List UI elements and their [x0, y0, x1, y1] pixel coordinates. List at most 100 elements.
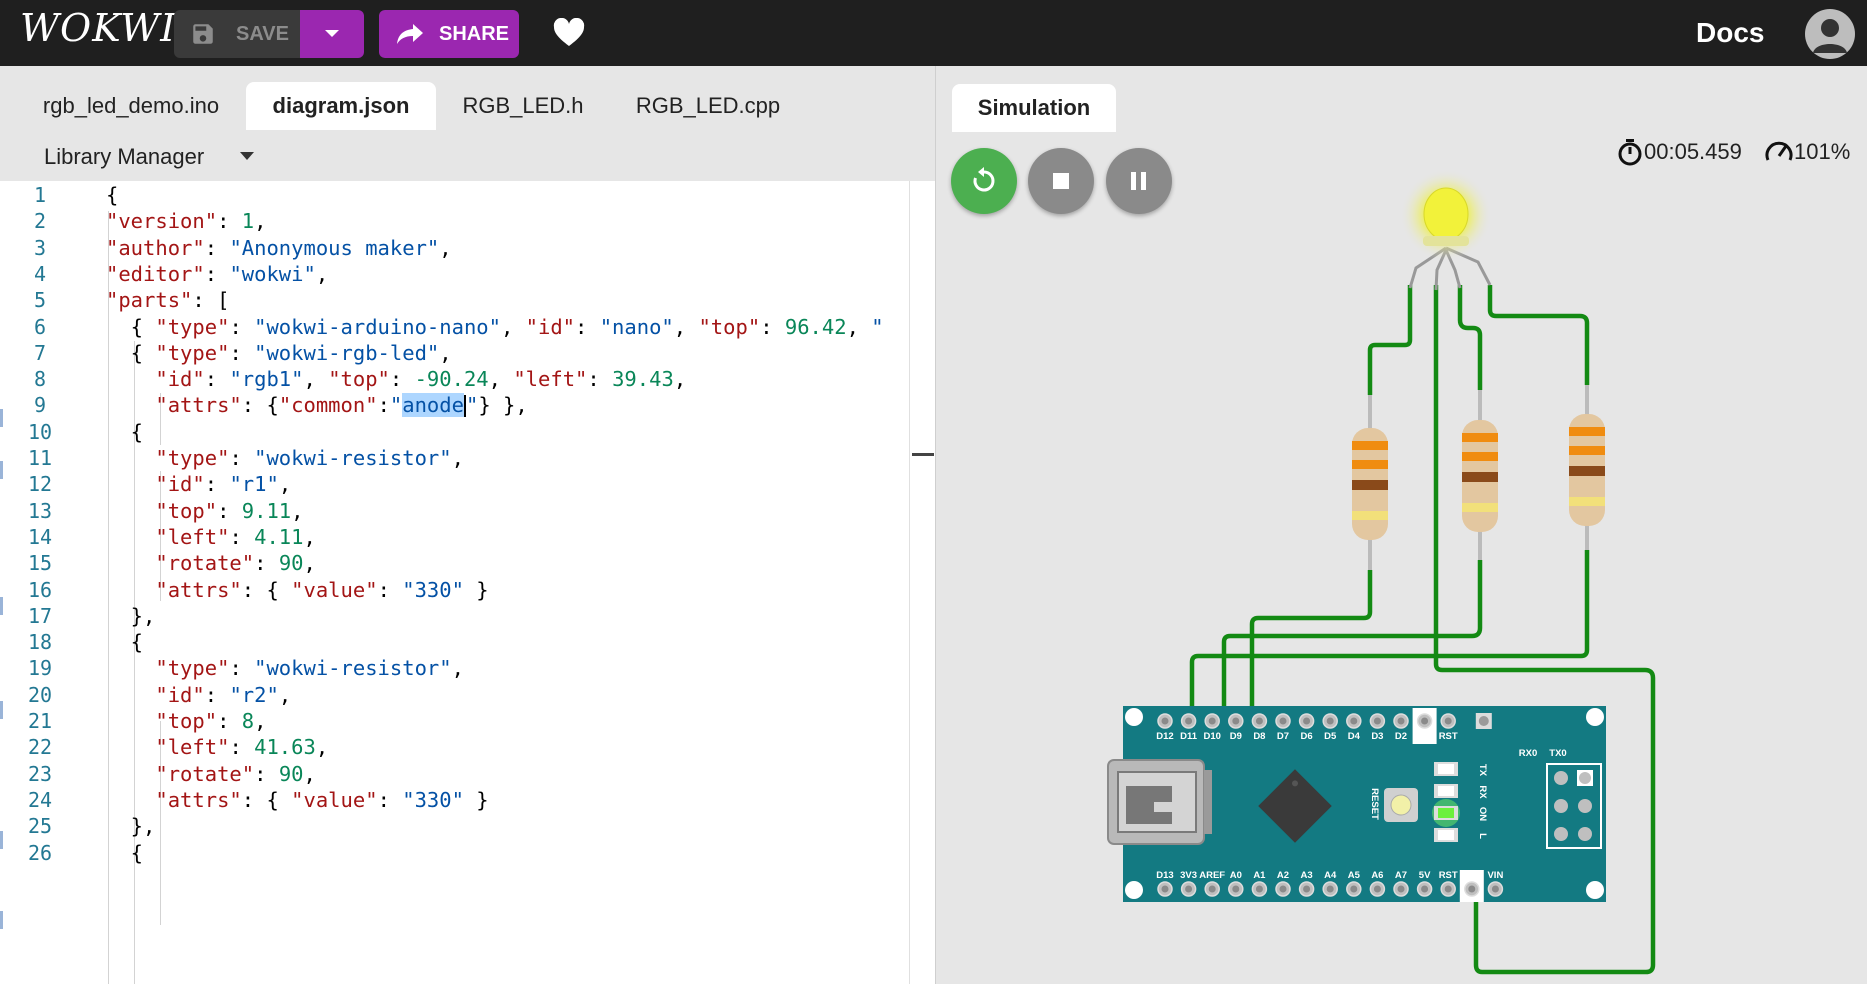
share-button[interactable]: SHARE	[379, 10, 519, 58]
wokwi-logo[interactable]: WOKWI	[20, 6, 176, 50]
tab-diagram-json[interactable]: diagram.json	[246, 82, 436, 130]
pin-label: D4	[1348, 731, 1361, 742]
line-number: 20	[27, 682, 53, 707]
wire	[1249, 570, 1373, 720]
pin-label: RST	[1439, 870, 1458, 881]
floppy-icon	[193, 24, 213, 44]
tab-rgb-led-cpp[interactable]: RGB_LED.cpp	[618, 82, 798, 130]
code-line: "attrs": {"common":"anode"} },	[155, 393, 528, 418]
line-number: 2	[33, 209, 47, 234]
tab-rgb-led-h[interactable]: RGB_LED.h	[446, 82, 600, 130]
editor-scrollbar[interactable]	[909, 181, 935, 984]
code-line: "top": 9.11,	[155, 498, 304, 523]
line-number: 23	[27, 761, 53, 786]
led-label: ON	[1477, 807, 1488, 821]
code-line: "rotate": 90,	[155, 551, 316, 576]
line-number: 6	[33, 314, 47, 339]
line-number: 10	[27, 419, 53, 444]
share-label: SHARE	[439, 22, 510, 45]
code-line: { "type": "wokwi-arduino-nano", "id": "n…	[106, 314, 884, 339]
line-number: 9	[33, 393, 47, 418]
resistor-r2[interactable]	[1462, 390, 1498, 560]
code-line: "id": "r2",	[155, 682, 292, 707]
pin-label: GND	[1414, 731, 1435, 742]
code-line: {	[106, 840, 144, 865]
code-line: "type": "wokwi-resistor",	[155, 446, 464, 470]
line-number: 11	[27, 446, 53, 470]
arduino-nano-board[interactable]: D12 D11 D10 D9 D8 D7 D6 D5 D4 D3 D2 GND RSTRX0 TX0D13…	[1107, 706, 1606, 902]
code-editor[interactable]: 1 2 3 4 5 6 7 8 9 10 11 12 13 14 15 16 17 18 19 20 21 22 23 24 2…	[0, 181, 935, 984]
code-line: { "type": "wokwi-rgb-led",	[106, 340, 452, 365]
line-number: 4	[33, 261, 47, 286]
code-line: "parts": [	[106, 288, 230, 313]
code-line: "rotate": 90,	[155, 761, 316, 786]
user-avatar-icon[interactable]	[1805, 9, 1855, 59]
library-manager-tab[interactable]: Library Manager	[44, 144, 204, 170]
pin-label: AREF	[1199, 870, 1225, 881]
pin-label: A5	[1348, 870, 1361, 881]
save-button[interactable]: SAVE	[174, 10, 300, 58]
line-number: 14	[27, 524, 53, 549]
pin-label: A1	[1253, 870, 1266, 881]
pin-label: A2	[1277, 870, 1289, 881]
pin-label: A0	[1230, 870, 1242, 881]
resistor-r1[interactable]	[1352, 395, 1388, 570]
pin-label: A7	[1395, 870, 1407, 881]
line-number: 22	[27, 735, 53, 760]
code-line: {	[106, 183, 119, 207]
save-label: SAVE	[236, 22, 289, 45]
circuit-canvas[interactable]: D12 D11 D10 D9 D8 D7 D6 D5 D4 D3 D2 GND RSTRX0 TX0D13…	[936, 66, 1867, 984]
led-label: L	[1477, 833, 1488, 839]
pin-label: D12	[1156, 731, 1173, 742]
line-number: 16	[27, 577, 53, 602]
pin-label: VIN	[1487, 870, 1503, 881]
rgb-led[interactable]	[1400, 169, 1492, 291]
code-line: "id": "r1",	[155, 472, 292, 497]
pin-label: D11	[1180, 731, 1198, 742]
code-line: "author": "Anonymous maker",	[106, 235, 452, 260]
pin-label: D13	[1156, 870, 1173, 881]
code-line: },	[106, 603, 156, 628]
line-number: 13	[27, 498, 53, 523]
share-arrow-icon	[397, 24, 423, 44]
scroll-position-marker	[912, 453, 934, 456]
pin-label: D2	[1395, 731, 1407, 742]
pin-label: D8	[1253, 731, 1265, 742]
code-line: "left": 41.63,	[155, 735, 329, 760]
line-number: 26	[27, 840, 53, 865]
tabs-menu-caret-icon[interactable]	[240, 152, 254, 160]
pin-label: GND	[1461, 870, 1482, 881]
line-number: 17	[27, 603, 53, 628]
editor-panel: rgb_led_demo.ino diagram.json RGB_LED.h …	[0, 66, 935, 984]
heart-icon[interactable]	[553, 18, 585, 48]
resistor-r3[interactable]	[1569, 385, 1605, 550]
top-bar: WOKWI SAVE SHARE Docs	[0, 0, 1867, 66]
docs-link[interactable]: Docs	[1696, 17, 1764, 49]
pin-label: A6	[1371, 870, 1383, 881]
line-number: 15	[27, 551, 53, 576]
reset-label: RESET	[1369, 788, 1380, 820]
wire	[1487, 285, 1590, 385]
led-label: RX	[1477, 785, 1488, 799]
save-dropdown-button[interactable]	[300, 10, 364, 58]
pin-label: 5V	[1419, 870, 1431, 881]
wire	[1367, 285, 1413, 395]
line-number: 24	[27, 787, 53, 812]
line-number: 8	[33, 367, 47, 392]
line-number: 21	[27, 709, 53, 733]
tab-rgb-led-demo-ino[interactable]: rgb_led_demo.ino	[26, 82, 236, 130]
code-line: "id": "rgb1", "top": -90.24, "left": 39.…	[155, 367, 687, 392]
pin-label: D5	[1324, 731, 1337, 742]
pin-label: RST	[1439, 731, 1458, 742]
led-label: TX	[1477, 764, 1488, 777]
simulation-panel: Simulation 00:05.459 101% D12 D11 D10 D9…	[936, 66, 1867, 984]
code-line: "attrs": { "value": "330" }	[155, 577, 489, 602]
line-number: 19	[27, 656, 53, 681]
pin-label: TX0	[1549, 748, 1566, 759]
line-number: 5	[33, 288, 47, 313]
pin-label: RX0	[1519, 748, 1537, 759]
code-line: },	[106, 814, 156, 839]
pin-label: A3	[1301, 870, 1313, 881]
pin-label: D3	[1371, 731, 1383, 742]
pin-label: D9	[1230, 731, 1242, 742]
